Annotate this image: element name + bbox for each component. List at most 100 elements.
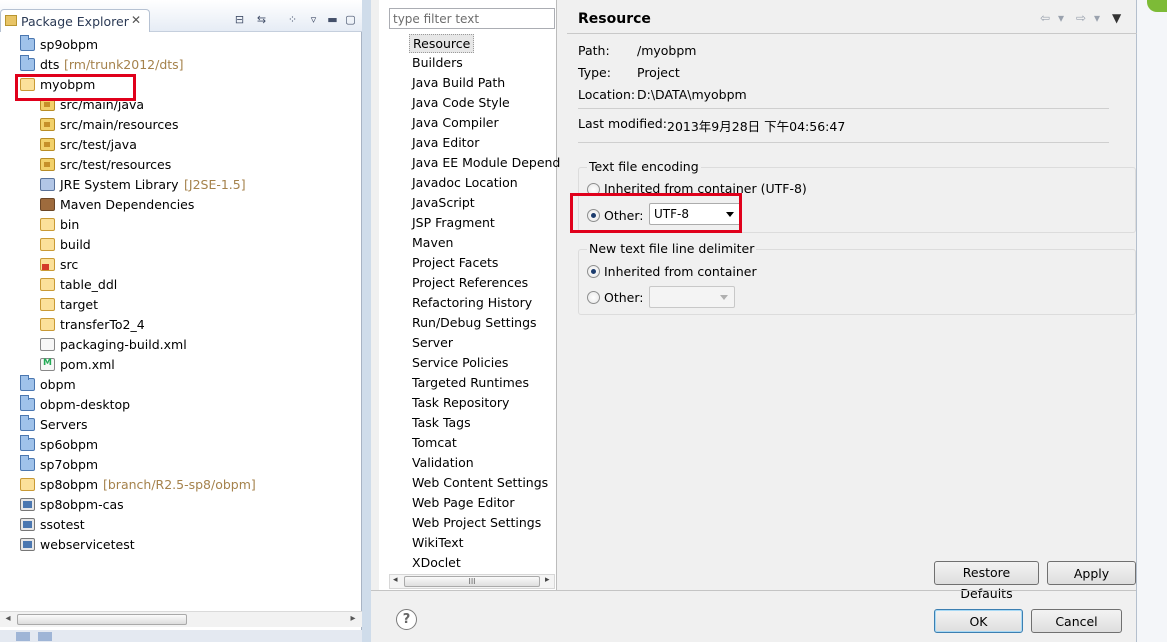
scroll-left-icon[interactable]: ◂ [393,575,398,585]
other-delimiter-label: Other: [604,290,644,305]
maven-project-icon [20,478,35,491]
nav-item-java-editor[interactable]: Java Editor [409,134,482,153]
project-icon [20,55,35,71]
view-menu-icon[interactable]: ▿ [306,13,321,28]
project-icon [20,35,35,51]
tree-item-decorator: [branch/R2.5-sp8/obpm] [103,477,256,492]
tree-item-label: target [60,297,99,312]
tree-item-decorator: [J2SE-1.5] [184,177,246,192]
path-label: Path: [578,43,610,58]
properties-dialog: ResourceBuildersJava Build PathJava Code… [362,0,1137,642]
package-explorer-tab[interactable]: Package Explorer ✕ [0,9,150,32]
xml-file-icon [40,338,55,351]
cancel-button[interactable]: Cancel [1031,609,1122,633]
folder-icon [40,238,55,251]
web-project-icon [20,498,35,511]
nav-item-maven[interactable]: Maven [409,234,456,253]
view-menu-icon[interactable]: ▼ [1112,11,1121,25]
encoding-highlight-box [570,193,742,233]
tree-item-label: dts [40,57,60,72]
scroll-right-icon[interactable]: ▸ [545,575,550,585]
tree-item-label: table_ddl [60,277,118,292]
nav-item-validation[interactable]: Validation [409,454,477,473]
restore-defaults-button[interactable]: Restore Defaults [934,561,1039,601]
nav-item-tomcat[interactable]: Tomcat [409,434,460,453]
nav-item-targeted-runtimes[interactable]: Targeted Runtimes [409,374,532,393]
package-explorer-header: Package Explorer ✕ ⊟ ⇆ ⁘ ▿ ▬ ▢ [0,0,362,32]
scrollbar-thumb[interactable]: III [404,576,540,587]
separator [578,108,1109,109]
nav-item-task-tags[interactable]: Task Tags [409,414,474,433]
tree-item-label: sp8obpm [40,477,99,492]
minimize-icon[interactable]: ▬ [325,13,340,28]
apply-button[interactable]: Apply [1047,561,1136,585]
nav-item-web-project-settings[interactable]: Web Project Settings [409,514,544,533]
back-arrow-icon[interactable]: ⇦ [1040,11,1050,25]
other-delimiter-radio[interactable] [587,291,600,304]
nav-item-server[interactable]: Server [409,334,456,353]
scrollbar-thumb[interactable] [17,614,187,625]
source-folder-icon [40,158,55,171]
nav-item-project-references[interactable]: Project References [409,274,531,293]
nav-item-java-compiler[interactable]: Java Compiler [409,114,502,133]
collapse-all-icon[interactable]: ⊟ [232,13,247,28]
myobpm-highlight-box [15,74,136,101]
title-separator [567,33,1137,34]
filter-input[interactable] [389,8,555,29]
nav-item-refactoring-history[interactable]: Refactoring History [409,294,535,313]
tree-item-decorator: [rm/trunk2012/dts] [64,57,184,72]
tree-item-label: src/main/resources [60,117,179,132]
tree-item-label: src/test/resources [60,157,172,172]
last-modified-label: Last modified: [578,116,667,131]
nav-item-builders[interactable]: Builders [409,54,466,73]
maven-library-icon [40,198,55,211]
tree-item-label: Servers [40,417,88,432]
nav-item-jsp-fragment[interactable]: JSP Fragment [409,214,498,233]
nav-item-project-facets[interactable]: Project Facets [409,254,501,273]
tree-item-label: webservicetest [40,537,135,552]
folder-icon [40,298,55,311]
nav-item-wikitext[interactable]: WikiText [409,534,467,553]
status-strip [0,630,362,642]
nav-item-java-code-style[interactable]: Java Code Style [409,94,513,113]
properties-content: Resource ⇦ ▾ ⇨ ▾ ▼ Path: /myobpm Type: P… [567,0,1137,601]
inherited-delimiter-radio[interactable] [587,265,600,278]
forward-arrow-icon[interactable]: ⇨ [1076,11,1086,25]
nav-item-resource[interactable]: Resource [409,34,475,53]
type-label: Type: [578,65,611,80]
scroll-left-icon[interactable]: ◂ [1,613,15,624]
tree-item-label: ssotest [40,517,85,532]
tree-item-label: JRE System Library [60,177,179,192]
library-icon [40,178,55,191]
nav-item-java-build-path[interactable]: Java Build Path [409,74,508,93]
tree-item-label: sp6obpm [40,437,99,452]
tree-item-label: src/test/java [60,137,137,152]
ok-button[interactable]: OK [934,609,1023,633]
nav-item-service-policies[interactable]: Service Policies [409,354,511,373]
nav-item-xdoclet[interactable]: XDoclet [409,554,464,573]
page-title: Resource [578,11,651,27]
nav-item-run-debug-settings[interactable]: Run/Debug Settings [409,314,540,333]
last-modified-value: 2013年9月28日 下午04:56:47 [667,119,846,134]
source-folder-icon [40,118,55,131]
delimiter-select[interactable] [649,286,735,308]
nav-item-web-page-editor[interactable]: Web Page Editor [409,494,517,513]
maximize-icon[interactable]: ▢ [343,13,358,28]
source-error-icon [40,258,55,271]
nav-item-javascript[interactable]: JavaScript [409,194,478,213]
nav-item-web-content-settings[interactable]: Web Content Settings [409,474,551,493]
chevron-down-icon[interactable]: ▾ [1058,11,1064,25]
close-icon[interactable]: ✕ [131,13,141,27]
nav-item-javadoc-location[interactable]: Javadoc Location [409,174,521,193]
nav-item-java-ee-module-depend[interactable]: Java EE Module Depend [409,154,563,173]
help-icon[interactable]: ? [396,609,417,630]
chevron-down-icon[interactable]: ▾ [1094,11,1100,25]
link-with-editor-icon[interactable]: ⇆ [254,13,269,28]
scroll-right-icon[interactable]: ▸ [346,613,360,624]
focus-icon[interactable]: ⁘ [285,13,300,28]
location-value: D:\DATA\myobpm [637,87,747,102]
nav-horizontal-scrollbar[interactable]: ◂ III ▸ [389,574,555,589]
nav-item-task-repository[interactable]: Task Repository [409,394,512,413]
horizontal-scrollbar[interactable]: ◂ ▸ [0,611,362,627]
project-icon [20,415,35,431]
